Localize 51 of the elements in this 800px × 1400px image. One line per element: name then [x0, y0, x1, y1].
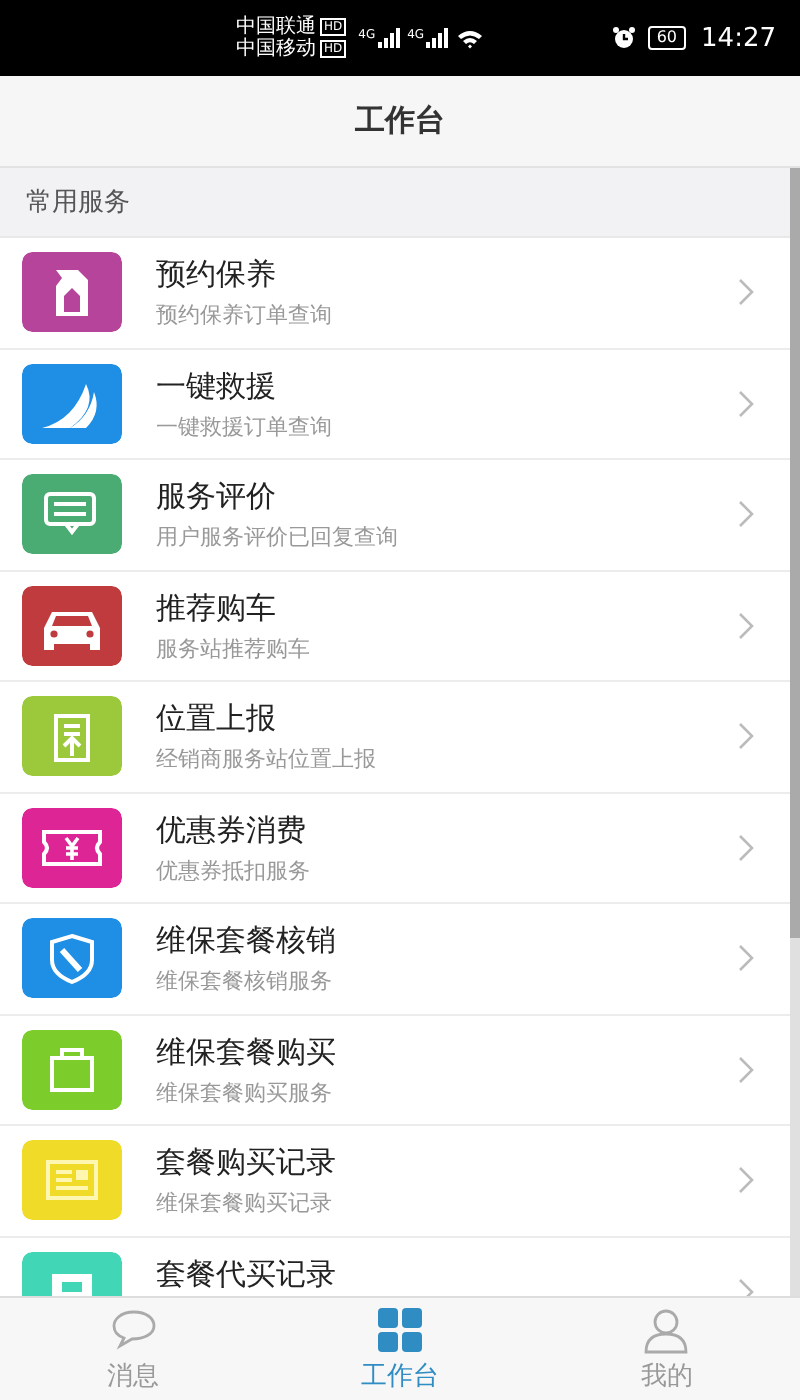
service-subtitle: 维保套餐核销服务 — [156, 968, 334, 996]
service-row[interactable]: 推荐购车 服务站推荐购车 — [0, 571, 790, 682]
service-subtitle: 优惠券抵扣服务 — [156, 857, 312, 885]
chevron-icon — [738, 389, 754, 418]
service-title: 推荐购车 — [156, 589, 278, 625]
service-subtitle: 服务站推荐购车 — [156, 635, 312, 663]
service-subtitle: 维保套餐购买记录 — [156, 1190, 334, 1218]
carrier-name: 中国移动 — [236, 38, 316, 60]
service-subtitle: 经销商服务站位置上报 — [156, 746, 378, 774]
service-row[interactable]: 维保套餐购买 维保套餐购买服务 — [0, 1015, 790, 1126]
service-title: 优惠券消费 — [156, 811, 308, 847]
chevron-icon — [738, 722, 754, 751]
clock: 14:27 — [701, 23, 776, 53]
scrollbar[interactable] — [790, 168, 800, 1296]
service-row[interactable]: 预约保养 预约保养订单查询 — [0, 238, 790, 349]
chevron-icon — [738, 1055, 754, 1084]
service-title: 服务评价 — [156, 478, 278, 514]
chevron-icon — [738, 611, 754, 640]
service-title: 维保套餐核销 — [156, 922, 338, 958]
service-subtitle: 维保套餐购买服务 — [156, 1079, 334, 1107]
chevron-icon — [738, 278, 754, 307]
service-title: 维保套餐购买 — [156, 1033, 338, 1069]
service-subtitle: 用户服务评价已回复查询 — [156, 524, 400, 552]
service-row[interactable]: 套餐购买记录 维保套餐购买记录 — [0, 1126, 790, 1237]
service-title: 位置上报 — [156, 700, 278, 736]
carrier-name: 中国联通 — [236, 16, 316, 38]
service-row[interactable]: 服务评价 用户服务评价已回复查询 — [0, 460, 790, 571]
service-title: 一键救援 — [156, 367, 278, 403]
battery-level: 60 — [648, 26, 686, 50]
chevron-icon — [738, 944, 754, 973]
signal-icon — [426, 28, 449, 48]
service-subtitle: 一键救援订单查询 — [156, 413, 334, 441]
service-subtitle: 预约保养订单查询 — [156, 302, 334, 330]
service-title: 套餐代买记录 — [156, 1255, 338, 1291]
alarm-icon — [612, 26, 637, 50]
page-title: 工作台 — [355, 102, 445, 140]
service-row[interactable]: 一键救援 一键救援订单查询 — [0, 349, 790, 460]
person-icon — [642, 1305, 691, 1353]
chevron-icon — [738, 500, 754, 529]
service-row[interactable]: 优惠券消费 优惠券抵扣服务 — [0, 793, 790, 904]
service-title: 套餐购买记录 — [156, 1144, 338, 1180]
chevron-icon — [738, 833, 754, 862]
signal-icon — [377, 28, 400, 48]
grid-icon — [375, 1305, 424, 1353]
chevron-icon — [738, 1166, 754, 1195]
service-row[interactable]: 位置上报 经销商服务站位置上报 — [0, 682, 790, 793]
chat-bubble-icon — [109, 1305, 158, 1353]
service-title: 预约保养 — [156, 256, 278, 292]
wifi-icon — [456, 27, 485, 49]
service-row[interactable]: 维保套餐核销 维保套餐核销服务 — [0, 904, 790, 1015]
section-heading: 常用服务 — [0, 168, 790, 238]
